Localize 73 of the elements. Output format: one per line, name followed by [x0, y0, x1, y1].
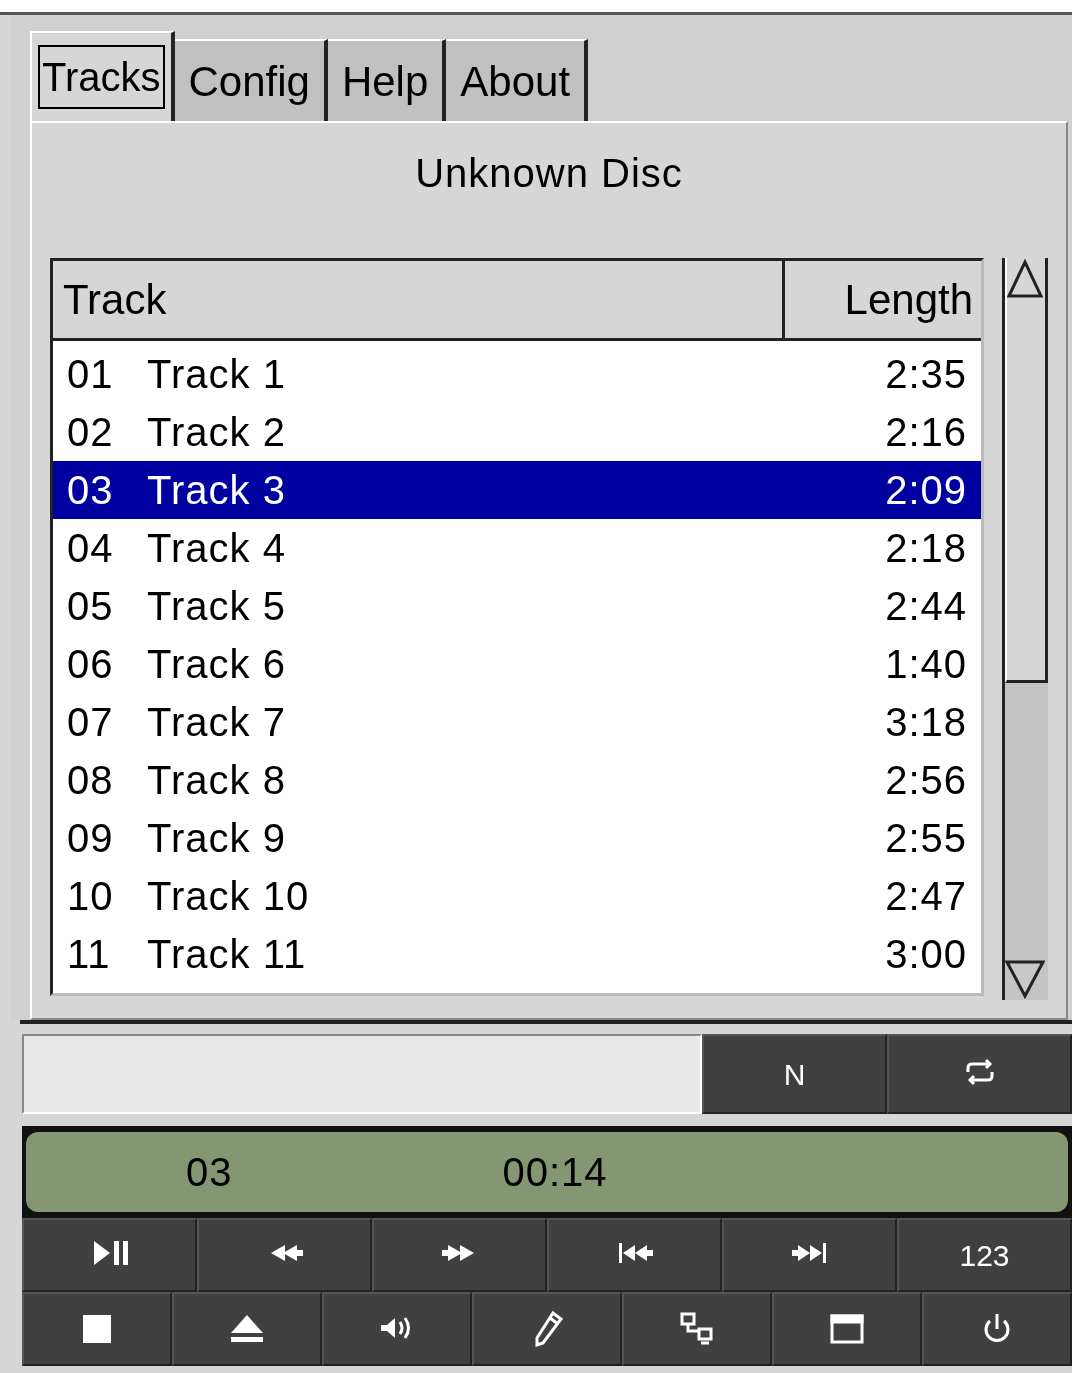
- track-number: 04: [67, 525, 115, 572]
- input-field[interactable]: [22, 1034, 702, 1114]
- track-number: 03: [186, 1149, 233, 1196]
- tab[interactable]: Help: [327, 39, 447, 121]
- next-button[interactable]: [722, 1218, 897, 1292]
- mode-button[interactable]: 123: [897, 1218, 1072, 1292]
- track-number: 05: [67, 583, 115, 630]
- up-arrow-icon: [1007, 258, 1044, 298]
- track-length: 3:18: [885, 699, 968, 746]
- track-number: 07: [67, 699, 115, 746]
- track-length: 2:55: [885, 815, 968, 862]
- previous-button[interactable]: [547, 1218, 722, 1292]
- track-length: 2:56: [885, 757, 968, 804]
- track-number: 10: [67, 873, 115, 920]
- track-title: Track 8: [147, 757, 287, 804]
- window-button[interactable]: [772, 1292, 922, 1366]
- track-row[interactable]: 09 Track 9 2:55: [53, 809, 982, 867]
- track-title: Track 5: [147, 583, 287, 630]
- track-length: 2:47: [885, 873, 968, 920]
- track-number: 03: [67, 467, 115, 514]
- rewind-button[interactable]: [197, 1218, 372, 1292]
- track-number: 08: [67, 757, 115, 804]
- track-length: 2:44: [885, 583, 968, 630]
- track-title: Track 4: [147, 525, 287, 572]
- track-row[interactable]: 08 Track 8 2:56: [53, 751, 982, 809]
- eject-button[interactable]: [172, 1292, 322, 1366]
- track-number: 02: [67, 409, 115, 456]
- track-title: Track 3: [147, 467, 287, 514]
- stop-button[interactable]: [22, 1292, 172, 1366]
- tab[interactable]: About: [446, 39, 589, 121]
- column-header[interactable]: Track: [53, 261, 786, 338]
- track-title: Track 11: [147, 931, 308, 978]
- disc-title: Unknown Disc: [414, 150, 684, 197]
- elapsed-time: 00:14: [502, 1149, 608, 1196]
- track-length: 2:18: [885, 525, 968, 572]
- track-title: Track 7: [147, 699, 287, 746]
- pencil-button[interactable]: [472, 1292, 622, 1366]
- track-length: 2:16: [885, 409, 968, 456]
- mode-button[interactable]: N: [702, 1034, 887, 1114]
- track-title: Track 1: [147, 351, 287, 398]
- power-button[interactable]: [922, 1292, 1072, 1366]
- track-title: Track 10: [147, 873, 311, 920]
- track-title: Track 6: [147, 641, 287, 688]
- track-row[interactable]: 07 Track 7 3:18: [53, 693, 982, 751]
- network-icon: [679, 1311, 715, 1347]
- track-title: Track 2: [147, 409, 287, 456]
- track-length: 1:40: [885, 641, 968, 688]
- track-length: 2:35: [885, 351, 968, 398]
- track-row[interactable]: 05 Track 5 2:44: [53, 577, 982, 635]
- track-row[interactable]: 10 Track 10 2:47: [53, 867, 982, 925]
- track-row[interactable]: 01 Track 1 2:35: [53, 345, 982, 403]
- track-title: Track 9: [147, 815, 287, 862]
- tab[interactable]: Config: [174, 39, 328, 121]
- network-button[interactable]: [622, 1292, 772, 1366]
- track-length: 3:00: [885, 931, 968, 978]
- play-pause-button[interactable]: [22, 1218, 197, 1292]
- scrollbar[interactable]: [1002, 258, 1048, 1000]
- track-number: 01: [67, 351, 115, 398]
- down-arrow-icon: [1005, 960, 1046, 1000]
- track-row[interactable]: 11 Track 11 3:00: [53, 925, 982, 983]
- track-number: 11: [67, 931, 112, 978]
- track-number: 09: [67, 815, 115, 862]
- scrollbar-thumb[interactable]: [1005, 258, 1048, 683]
- track-row[interactable]: 02 Track 2 2:16: [53, 403, 982, 461]
- fast-forward-button[interactable]: [372, 1218, 547, 1292]
- column-header[interactable]: Length: [785, 261, 982, 338]
- track-length: 2:09: [885, 467, 968, 514]
- tab[interactable]: Tracks: [30, 31, 175, 121]
- track-number: 06: [67, 641, 115, 688]
- volume-button[interactable]: [322, 1292, 472, 1366]
- track-row[interactable]: 04 Track 4 2:18: [53, 519, 982, 577]
- track-row[interactable]: 03 Track 3 2:09: [53, 461, 982, 519]
- track-row[interactable]: 06 Track 6 1:40: [53, 635, 982, 693]
